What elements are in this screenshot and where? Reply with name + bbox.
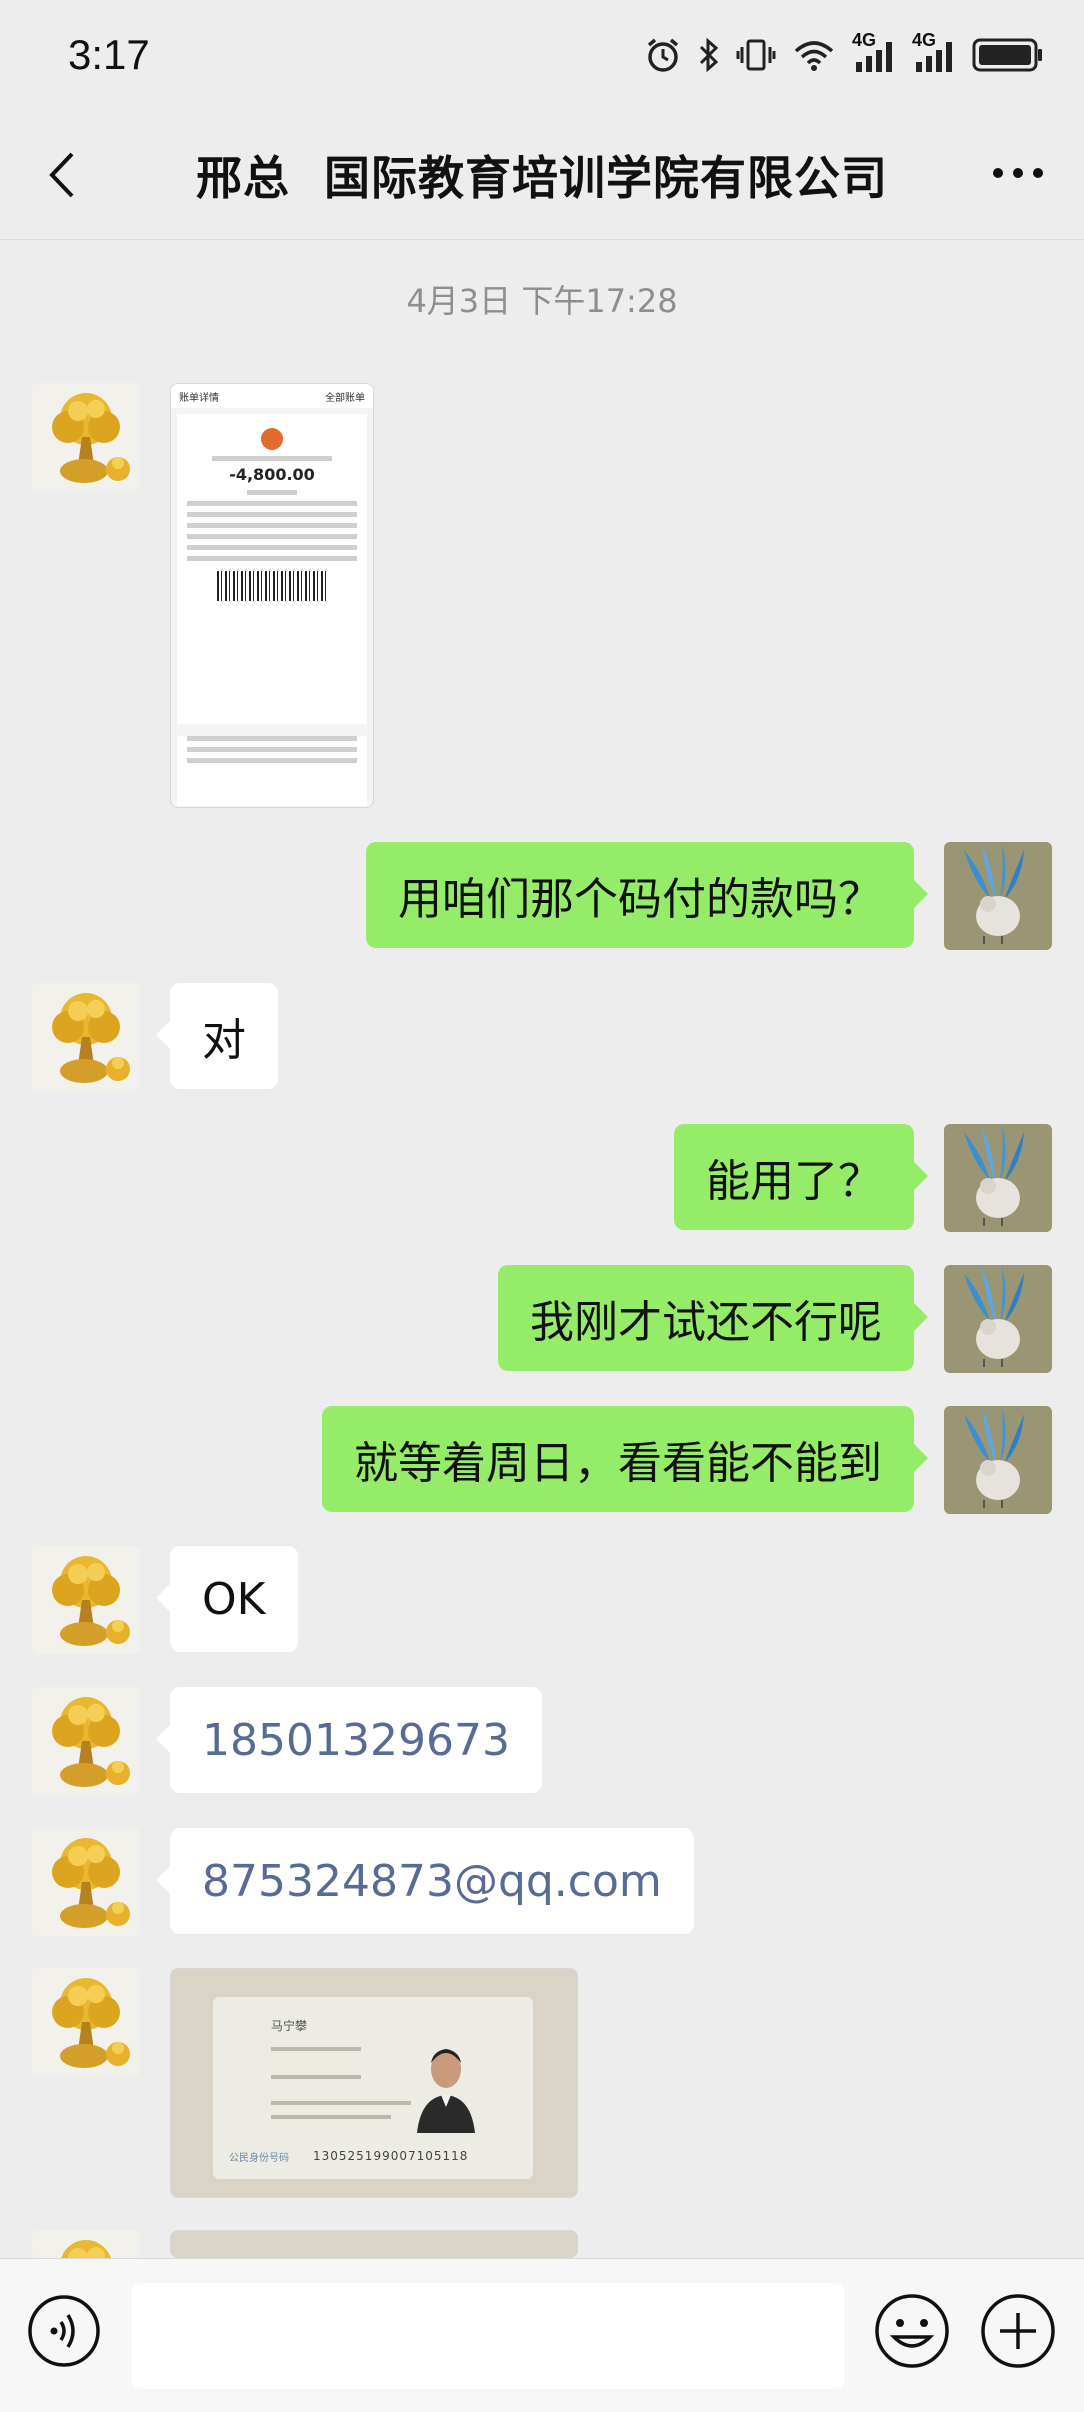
signal-icon: 4G [912,30,956,74]
message-bubble-other[interactable]: OK [156,1546,298,1652]
message-bubble-other[interactable]: 对 [156,983,278,1089]
receipt-line [187,512,357,517]
phone-number-link[interactable]: 18501329673 [156,1687,542,1793]
id-card-number-label: 公民身份号码 [229,2153,289,2164]
receipt-line [187,545,357,550]
barcode-icon [217,571,327,601]
merchant-logo-icon [261,428,283,450]
status-icons: 4G 4G [644,30,1044,74]
receipt-line [212,456,332,461]
payment-receipt-image[interactable]: 账单详情 全部账单 -4,800.00 [170,383,374,808]
receipt-header-left: 账单详情 [179,392,219,404]
status-time: 3:17 [68,31,150,78]
status-bar: 3:17 4G 4G [0,0,1084,110]
id-card-row [271,2101,411,2105]
contact-avatar[interactable] [32,1968,140,2076]
wifi-icon [792,37,836,73]
message-timestamp: 4月3日 下午17:28 [406,282,678,320]
contact-avatar[interactable] [32,2230,140,2258]
voice-icon[interactable] [26,2293,102,2369]
receipt-card: -4,800.00 [177,414,367,724]
contact-avatar[interactable] [32,383,140,491]
id-card-number: 130525199007105118 [313,2149,469,2163]
receipt-footer [177,736,367,806]
vibrate-icon [736,37,776,73]
receipt-line [187,556,357,561]
receipt-line [247,490,297,495]
chat-header: 邢总 国际教育培训学院有限公司 [0,110,1084,240]
message-bubble-self[interactable]: 用咱们那个码付的款吗？ [366,842,928,948]
chevron-left-icon[interactable] [40,150,90,200]
receipt-header: 账单详情 全部账单 [171,384,373,408]
contact-avatar[interactable] [32,1687,140,1795]
receipt-line [187,523,357,528]
id-card: 马宁攀 公民身份号码 130525199007105118 [213,1997,533,2179]
id-card-name: 马宁攀 [271,2019,308,2033]
message-input[interactable] [132,2283,844,2389]
contact-avatar[interactable] [32,1828,140,1936]
user-avatar[interactable] [944,1124,1052,1232]
receipt-amount: -4,800.00 [229,465,315,484]
emoji-icon[interactable] [872,2291,952,2371]
plus-icon[interactable] [978,2291,1058,2371]
user-avatar[interactable] [944,1265,1052,1373]
message-bubble-self[interactable]: 我刚才试还不行呢 [498,1265,928,1371]
user-avatar[interactable] [944,1406,1052,1514]
receipt-line [187,501,357,506]
receipt-line [187,736,357,741]
receipt-line [187,758,357,763]
receipt-line [187,534,357,539]
id-card-image[interactable]: 马宁攀 公民身份号码 130525199007105118 [170,1968,578,2198]
email-link[interactable]: 875324873@qq.com [156,1828,694,1934]
id-card-row [271,2075,361,2079]
battery-icon [972,36,1044,74]
portrait-photo-icon [411,2033,481,2133]
signal-icon: 4G [852,30,896,74]
more-icon[interactable] [988,158,1048,188]
alarm-icon [644,36,682,74]
id-card-row [271,2115,391,2119]
contact-avatar[interactable] [32,1546,140,1654]
user-avatar[interactable] [944,842,1052,950]
contact-avatar[interactable] [32,983,140,1091]
image-message[interactable] [170,2230,578,2258]
chat-title: 邢总 国际教育培训学院有限公司 [195,150,889,205]
bluetooth-icon [698,37,720,73]
receipt-header-right: 全部账单 [325,392,365,404]
id-card-row [271,2047,361,2051]
chat-input-bar [0,2258,1084,2412]
receipt-line [187,747,357,752]
message-bubble-self[interactable]: 能用了？ [674,1124,928,1230]
message-bubble-self[interactable]: 就等着周日，看看能不能到 [322,1406,928,1512]
